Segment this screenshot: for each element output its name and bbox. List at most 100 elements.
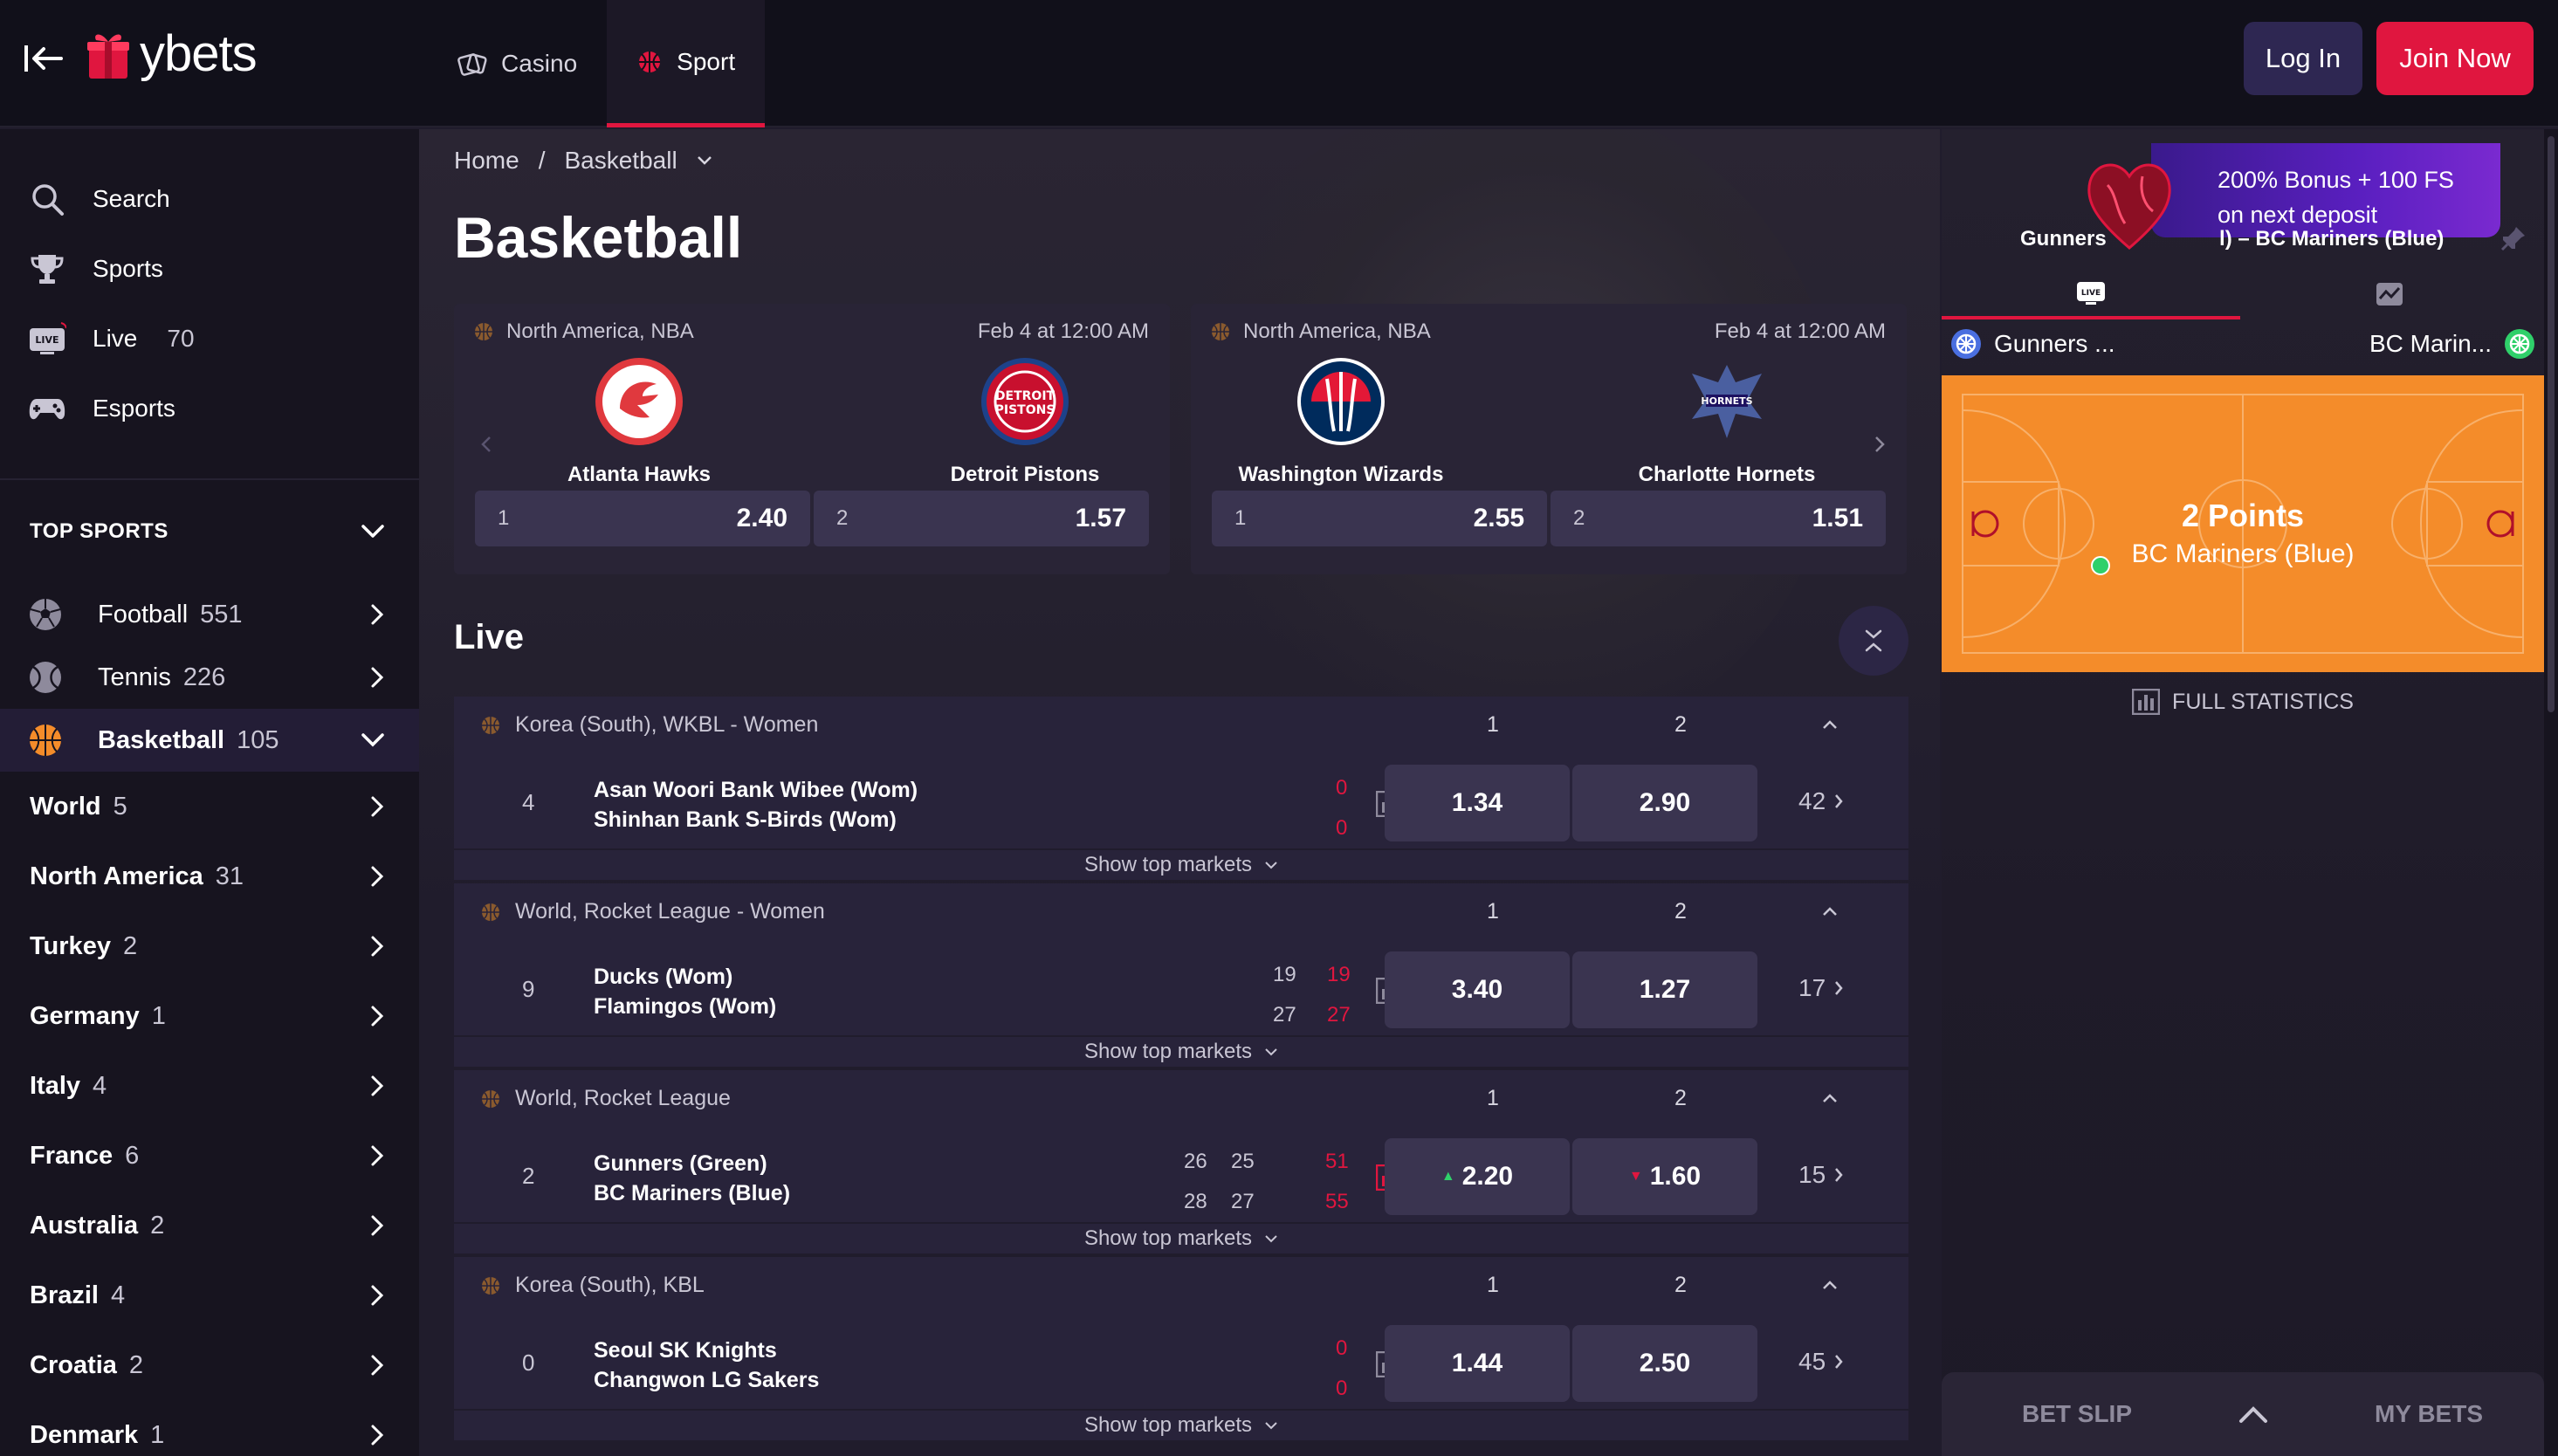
sidebar-sport-tennis[interactable]: Tennis 226 (0, 646, 419, 709)
sidebar-item-sports[interactable]: Sports (0, 234, 419, 304)
sidebar-item-search[interactable]: Search (0, 164, 419, 234)
region-count: 4 (110, 1281, 126, 1309)
column-label-1: 1 (1487, 712, 1499, 737)
tab-statistics[interactable] (2240, 269, 2539, 319)
tab-live-tracker[interactable]: LIVE (1942, 269, 2240, 319)
login-button[interactable]: Log In (2244, 22, 2362, 95)
chevron-down-icon[interactable] (697, 155, 712, 166)
match-teams[interactable]: Ducks (Wom) Flamingos (Wom) (594, 962, 776, 1021)
odd-2-button[interactable]: 1.27 (1572, 951, 1757, 1028)
odd-1-button[interactable]: 1.44 (1385, 1325, 1570, 1402)
nav-casino[interactable]: Casino (428, 0, 607, 127)
carousel-next-icon[interactable] (1874, 435, 1886, 454)
league-name: World, Rocket League (515, 1086, 731, 1110)
nav-sport[interactable]: Sport (607, 0, 766, 127)
show-top-markets[interactable]: Show top markets (454, 848, 1908, 880)
team-home: Washington Wizards (1227, 356, 1454, 487)
join-now-button[interactable]: Join Now (2376, 22, 2534, 95)
sidebar-region-italy[interactable]: Italy 4 (0, 1051, 419, 1121)
odd-2-button[interactable]: 2.90 (1572, 765, 1757, 841)
region-count: 6 (125, 1141, 140, 1170)
search-icon (28, 180, 66, 218)
pin-icon[interactable] (2500, 225, 2527, 251)
tennis-icon (26, 658, 65, 697)
match-teams[interactable]: Asan Woori Bank Wibee (Wom) Shinhan Bank… (594, 775, 918, 834)
show-top-markets[interactable]: Show top markets (454, 1222, 1908, 1253)
odd-button[interactable]: 1 2.55 (1212, 491, 1547, 546)
sidebar-item-live[interactable]: LIVE Live 70 (0, 304, 419, 374)
tracker-away-team: BC Marin... (2369, 330, 2492, 357)
sidebar-region-world[interactable]: World 5 (0, 772, 419, 841)
chevron-up-icon[interactable] (1821, 1093, 1839, 1103)
sidebar-sport-basketball[interactable]: Basketball 105 (0, 709, 419, 772)
home-p2-score: 25 (1231, 1150, 1255, 1173)
chevron-up-icon[interactable] (1821, 719, 1839, 730)
collapse-all-button[interactable] (1839, 606, 1908, 676)
stats-chart-icon (2132, 689, 2161, 715)
sidebar-region-denmark[interactable]: Denmark 1 (0, 1400, 419, 1456)
more-markets-button[interactable]: 42 (1798, 787, 1843, 815)
odd-button[interactable]: 2 1.57 (814, 491, 1149, 546)
sidebar-region-turkey[interactable]: Turkey 2 (0, 911, 419, 981)
chevron-up-icon[interactable] (1821, 1280, 1839, 1290)
period-2-score: 25 27 (1231, 1142, 1255, 1222)
odd-2-button[interactable]: 2.50 (1572, 1325, 1757, 1402)
more-markets-button[interactable]: 45 (1798, 1348, 1843, 1376)
chevron-up-icon[interactable] (2238, 1404, 2268, 1424)
chevron-down-icon (1265, 862, 1277, 869)
match-league: World, Rocket League - Women (480, 899, 825, 924)
chevron-right-icon (370, 865, 384, 888)
odd-value: 1.60 (1649, 1162, 1702, 1191)
sidebar-item-esports[interactable]: Esports (0, 374, 419, 443)
featured-match-card[interactable]: North America, NBA Feb 4 at 12:00 AM Atl… (454, 304, 1170, 574)
live-match-row: Korea (South), KBL 1 2 0 Seoul SK Knight… (454, 1257, 1908, 1440)
sidebar-sport-football[interactable]: Football 551 (0, 583, 419, 646)
basketball-icon (482, 903, 499, 921)
featured-match-card[interactable]: North America, NBA Feb 4 at 12:00 AM Was… (1191, 304, 1907, 574)
match-teams[interactable]: Gunners (Green) BC Mariners (Blue) (594, 1149, 790, 1208)
breadcrumb-home[interactable]: Home (454, 147, 519, 175)
collapse-sidebar-icon[interactable] (23, 40, 65, 77)
match-period: 2 (522, 1163, 535, 1189)
brand-logo[interactable]: ybets (86, 24, 258, 83)
region-label: Turkey (30, 931, 111, 960)
match-teams[interactable]: Seoul SK Knights Changwon LG Sakers (594, 1336, 819, 1395)
breadcrumb-current[interactable]: Basketball (564, 147, 677, 175)
more-markets-button[interactable]: 17 (1798, 974, 1843, 1002)
chevron-up-icon[interactable] (1821, 906, 1839, 917)
show-top-markets[interactable]: Show top markets (454, 1409, 1908, 1440)
chevron-right-icon (370, 935, 384, 958)
sidebar-region-north-america[interactable]: North America 31 (0, 841, 419, 911)
odd-button[interactable]: 1 2.40 (475, 491, 810, 546)
odd-button[interactable]: 2 1.51 (1551, 491, 1886, 546)
odd-1-button[interactable]: 3.40 (1385, 951, 1570, 1028)
sidebar-region-france[interactable]: France 6 (0, 1121, 419, 1191)
odd-value: 3.40 (1451, 975, 1503, 1004)
odd-value: 1.57 (1075, 504, 1126, 532)
show-top-markets-label: Show top markets (1083, 1226, 1253, 1250)
page-scrollbar[interactable] (2544, 129, 2558, 1456)
carousel-prev-icon[interactable] (480, 435, 492, 454)
sidebar-region-brazil[interactable]: Brazil 4 (0, 1260, 419, 1330)
full-statistics-button[interactable]: FULL STATISTICS (1942, 677, 2544, 726)
sidebar-region-australia[interactable]: Australia 2 (0, 1191, 419, 1260)
chevron-down-icon (1265, 1422, 1277, 1430)
team-away: HORNETS Charlotte Hornets (1613, 356, 1840, 487)
bet-slip-tab[interactable]: BET SLIP (2022, 1400, 2132, 1428)
away-score: 0 (1336, 1377, 1348, 1400)
odd-1-button[interactable]: ▲ 2.20 (1385, 1138, 1570, 1215)
odd-1-button[interactable]: 1.34 (1385, 765, 1570, 841)
scrollbar-thumb[interactable] (2548, 136, 2555, 712)
more-markets-button[interactable]: 15 (1798, 1161, 1843, 1189)
my-bets-tab[interactable]: MY BETS (2375, 1400, 2483, 1428)
show-top-markets[interactable]: Show top markets (454, 1035, 1908, 1067)
home-team: Seoul SK Knights (594, 1338, 777, 1363)
home-team: Asan Woori Bank Wibee (Wom) (594, 778, 918, 802)
odd-2-button[interactable]: ▼ 1.60 (1572, 1138, 1757, 1215)
sidebar-region-germany[interactable]: Germany 1 (0, 981, 419, 1051)
top-sports-toggle[interactable]: TOP SPORTS (0, 480, 419, 583)
away-p2-score: 27 (1231, 1190, 1255, 1213)
odd-value: 2.90 (1639, 788, 1691, 817)
sidebar-region-croatia[interactable]: Croatia 2 (0, 1330, 419, 1400)
promo-banner[interactable]: 200% Bonus + 100 FS on next deposit (2151, 143, 2500, 237)
